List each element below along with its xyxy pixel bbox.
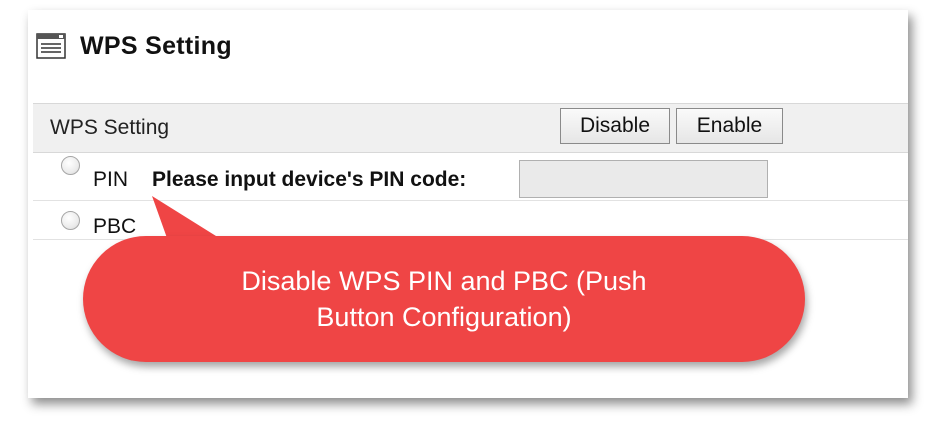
disable-button[interactable]: Disable (560, 108, 670, 144)
screenshot-stage: WPS Setting WPS Setting Disable Enable P… (0, 0, 934, 426)
pin-option-row: PIN Please input device's PIN code: (33, 152, 908, 201)
annotation-callout: Disable WPS PIN and PBC (Push Button Con… (83, 236, 805, 362)
pin-option-label: PIN (93, 168, 129, 191)
wps-setting-row: WPS Setting Disable Enable (33, 103, 908, 153)
pin-code-prompt: Please input device's PIN code: (152, 168, 467, 191)
callout-text: Disable WPS PIN and PBC (Push Button Con… (241, 266, 647, 332)
enable-button[interactable]: Enable (676, 108, 783, 144)
pbc-option-row: PBC (33, 201, 908, 240)
pin-radio[interactable] (61, 156, 80, 175)
pbc-option-label: PBC (93, 215, 137, 238)
settings-page-icon (36, 33, 66, 59)
pin-code-input[interactable] (519, 160, 768, 198)
pbc-radio[interactable] (61, 211, 80, 230)
page-header: WPS Setting (36, 28, 232, 64)
page-title: WPS Setting (80, 31, 232, 60)
wps-setting-label: WPS Setting (50, 116, 170, 139)
